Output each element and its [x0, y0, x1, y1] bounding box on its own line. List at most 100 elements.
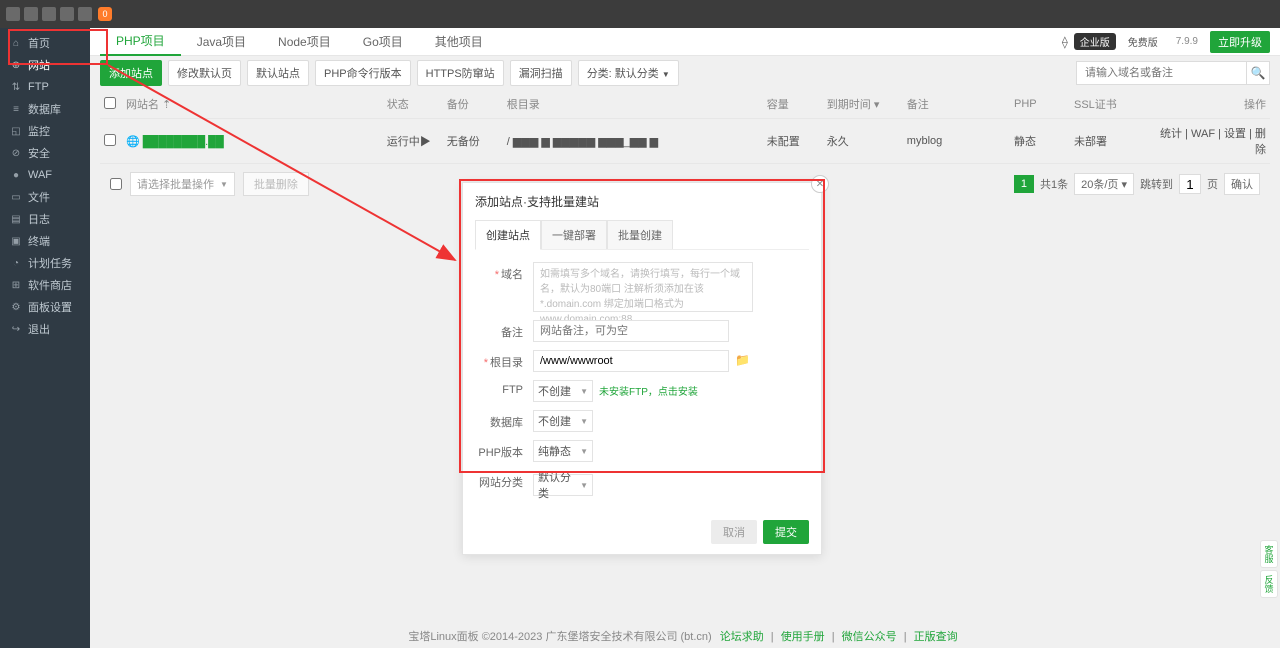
check-all[interactable] [104, 97, 116, 109]
site-root[interactable]: / ▆▆▆ ▆ ▆▆▆▆▆ ▆▆▆_▆▆ ▆ [503, 119, 763, 164]
modal-tab-0[interactable]: 创建站点 [475, 220, 541, 250]
site-ops[interactable]: 统计 | WAF | 设置 | 删除 [1150, 119, 1270, 164]
search-button[interactable]: 🔍 [1246, 61, 1270, 85]
float-panel: 客服 反馈 [1260, 540, 1278, 598]
row-check[interactable] [104, 134, 116, 146]
cancel-button[interactable]: 取消 [711, 520, 757, 544]
sidebar-item-label: 面板设置 [28, 299, 72, 315]
pg-page-lbl: 页 [1207, 176, 1218, 192]
site-quota[interactable]: 未配置 [763, 119, 823, 164]
footer-link[interactable]: 正版查询 [914, 631, 958, 643]
tab-4[interactable]: 其他项目 [419, 28, 499, 56]
php-select[interactable]: 纯静态▼ [533, 440, 593, 462]
tab-2[interactable]: Node项目 [262, 28, 347, 56]
scan-button[interactable]: 漏洞扫描 [510, 60, 572, 86]
add-site-button[interactable]: 添加站点 [100, 60, 162, 86]
ftp-select[interactable]: 不创建▼ [533, 380, 593, 402]
lbl-domain: 域名 [501, 269, 523, 281]
submit-button[interactable]: 提交 [763, 520, 809, 544]
win-controls [6, 7, 92, 21]
batch-check[interactable] [110, 178, 122, 190]
sidebar-item-label: 安全 [28, 145, 50, 161]
batch-select[interactable]: 请选择批量操作▼ [130, 172, 235, 196]
https-button[interactable]: HTTPS防窜站 [417, 60, 504, 86]
sidebar-item-11[interactable]: ⊞软件商店 [0, 274, 90, 296]
site-php[interactable]: 静态 [1010, 119, 1070, 164]
domain-input[interactable]: 如需填写多个域名，请换行填写，每行一个域名，默认为80端口 注解析须添加在该 *… [533, 262, 753, 312]
cat-select[interactable]: 默认分类▼ [533, 474, 593, 496]
lbl-ftp: FTP [475, 380, 523, 396]
lbl-db: 数据库 [475, 410, 523, 430]
site-table: 网站名 ⇡ 状态 备份 根目录 容量 到期时间 ▾ 备注 PHP SSL证书 操… [100, 90, 1270, 164]
default-site-button[interactable]: 默认站点 [247, 60, 309, 86]
site-backup[interactable]: 无备份 [443, 119, 503, 164]
col-php: PHP [1010, 90, 1070, 119]
sidebar-item-label: 监控 [28, 123, 50, 139]
site-status[interactable]: 运行中▶ [383, 119, 443, 164]
side-icon: ⇅ [10, 81, 22, 93]
modal-tab-2[interactable]: 批量创建 [607, 220, 673, 249]
pg-size[interactable]: 20条/页 ▾ [1074, 173, 1134, 195]
tab-1[interactable]: Java项目 [181, 28, 262, 56]
sidebar-item-4[interactable]: ◱ 监控 [0, 120, 90, 142]
sidebar-item-6[interactable]: ●WAF [0, 164, 90, 186]
sidebar-item-label: 网站 [28, 57, 50, 73]
ftp-install-link[interactable]: 未安装FTP，点击安装 [599, 387, 698, 398]
footer-link[interactable]: 使用手册 [781, 631, 825, 643]
chip-enterprise[interactable]: 企业版 [1074, 33, 1116, 50]
sidebar-item-0[interactable]: ⌂ 首页 [0, 32, 90, 54]
site-ssl[interactable]: 未部署 [1070, 119, 1150, 164]
site-name[interactable]: ████████.██ [143, 136, 224, 148]
pg-ok[interactable]: 确认 [1224, 173, 1260, 195]
float-feedback[interactable]: 反馈 [1260, 570, 1278, 598]
tab-3[interactable]: Go项目 [347, 28, 419, 56]
side-icon: ▤ [10, 213, 22, 225]
footer-link[interactable]: 微信公众号 [842, 631, 897, 643]
footer-link[interactable]: 论坛求助 [720, 631, 764, 643]
modal-tab-1[interactable]: 一键部署 [541, 220, 607, 249]
notify-badge[interactable]: 0 [98, 7, 112, 21]
site-remark[interactable]: myblog [903, 119, 1010, 164]
side-icon: ⌂ [10, 37, 22, 49]
sidebar-item-label: 首页 [28, 35, 50, 51]
search-input[interactable] [1076, 61, 1246, 85]
db-select[interactable]: 不创建▼ [533, 410, 593, 432]
side-icon: ▣ [10, 235, 22, 247]
side-icon: ◱ [10, 125, 22, 137]
sidebar-item-3[interactable]: ≡数据库 [0, 98, 90, 120]
sidebar-item-1[interactable]: ⊕网站 [0, 54, 90, 76]
category-filter[interactable]: 分类: 默认分类▼ [578, 60, 679, 86]
pg-input[interactable] [1179, 174, 1201, 194]
sidebar-item-13[interactable]: ↪退出 [0, 318, 90, 340]
add-site-modal: ✕ 添加站点·支持批量建站 创建站点一键部署批量创建 *域名 如需填写多个域名，… [462, 182, 822, 555]
col-remark: 备注 [903, 90, 1010, 119]
footer-copyright: 宝塔Linux面板 ©2014-2023 广东堡塔安全技术有限公司 (bt.cn… [408, 628, 711, 644]
root-input[interactable] [533, 350, 729, 372]
toolbar: 添加站点 修改默认页 默认站点 PHP命令行版本 HTTPS防窜站 漏洞扫描 分… [90, 56, 1280, 90]
chip-version: 7.9.9 [1170, 35, 1204, 48]
sidebar-item-12[interactable]: ⚙面板设置 [0, 296, 90, 318]
pg-jump-lbl: 跳转到 [1140, 176, 1173, 192]
pg-current[interactable]: 1 [1014, 175, 1034, 193]
site-expire[interactable]: 永久 [823, 119, 903, 164]
project-tabs: PHP项目Java项目Node项目Go项目其他项目 ⟠ 企业版 免费版 7.9.… [90, 28, 1280, 56]
batch-button[interactable]: 批量删除 [243, 172, 309, 196]
globe-icon: 🌐 [126, 136, 140, 148]
sidebar-item-8[interactable]: ▤日志 [0, 208, 90, 230]
close-icon[interactable]: ✕ [811, 175, 829, 193]
modify-default-button[interactable]: 修改默认页 [168, 60, 241, 86]
sidebar-item-2[interactable]: ⇅FTP [0, 76, 90, 98]
tab-0[interactable]: PHP项目 [100, 28, 181, 56]
folder-icon[interactable]: 📁 [735, 353, 750, 367]
col-name[interactable]: 网站名 ⇡ [122, 90, 383, 119]
sidebar-item-7[interactable]: ▭文件 [0, 186, 90, 208]
sidebar-item-9[interactable]: ▣终端 [0, 230, 90, 252]
remark-input[interactable] [533, 320, 729, 342]
upgrade-button[interactable]: 立即升级 [1210, 31, 1270, 53]
col-expire[interactable]: 到期时间 ▾ [823, 90, 903, 119]
float-support[interactable]: 客服 [1260, 540, 1278, 568]
window-titlebar: 0 [0, 0, 1280, 28]
sidebar-item-10[interactable]: ◔计划任务 [0, 252, 90, 274]
sidebar-item-5[interactable]: ⊘安全 [0, 142, 90, 164]
php-cli-button[interactable]: PHP命令行版本 [315, 60, 411, 86]
